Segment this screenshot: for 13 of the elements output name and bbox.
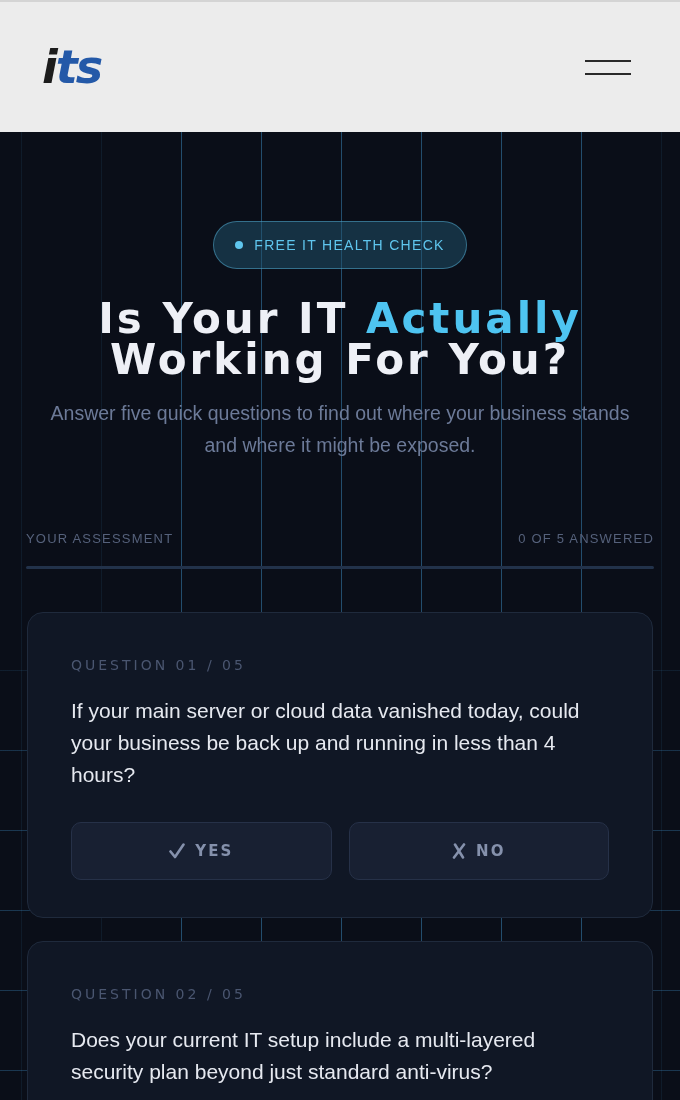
no-button[interactable]: NO xyxy=(348,822,609,880)
dot-icon xyxy=(235,241,244,249)
question-number: QUESTION 02 / 05 xyxy=(71,986,247,1002)
progress-label: YOUR ASSESSMENT xyxy=(26,531,174,547)
question-text: If your main server or cloud data vanished today, could your business be back up and running in less than 4 hours? xyxy=(71,698,581,788)
badge-label: FREE IT HEALTH CHECK xyxy=(254,237,445,253)
check-icon xyxy=(169,843,186,859)
question-number: QUESTION 01 / 05 xyxy=(71,657,247,673)
menu-icon[interactable] xyxy=(585,59,631,75)
yes-button[interactable]: YES xyxy=(71,822,332,880)
cross-icon xyxy=(452,843,467,859)
question-text: Does your current IT setup include a multi-layered security plan beyond just standard anti-virus? xyxy=(71,1027,537,1085)
logo[interactable]: its xyxy=(42,47,102,87)
